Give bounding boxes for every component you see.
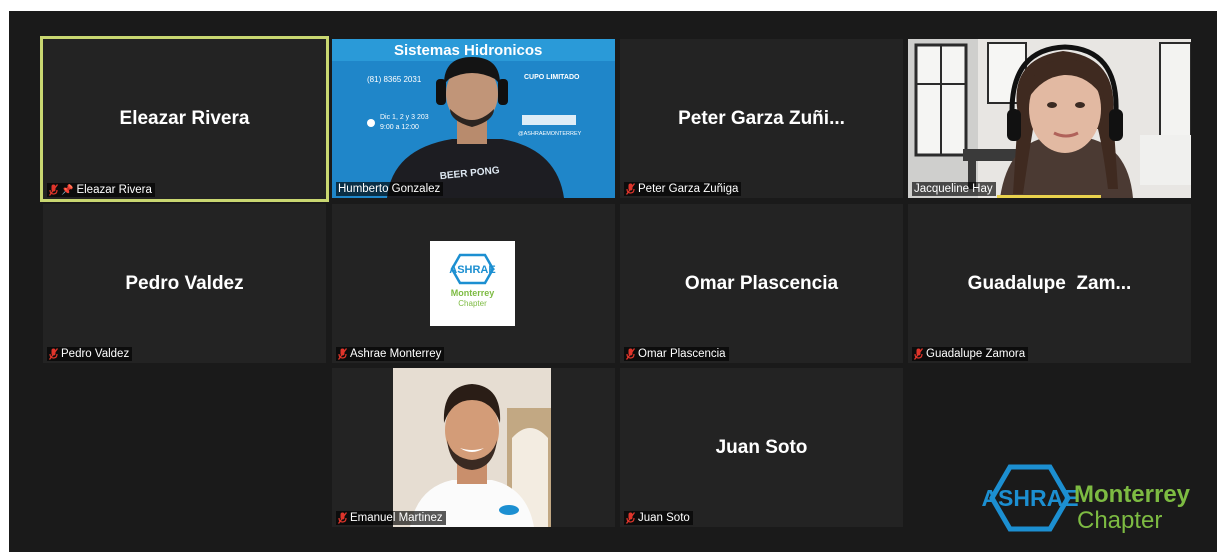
participant-label: Pedro Valdez: [47, 347, 133, 361]
poster-cupo: CUPO LIMITADO: [524, 74, 580, 81]
poster-handle: @ASHRAEMONTERREY: [518, 131, 582, 137]
participant-tile-ashrae-monterrey[interactable]: ASHRAE Monterrey Chapter Ashrae Monterre…: [332, 204, 615, 363]
poster-dates: Dic 1, 2 y 3 203: [380, 114, 429, 121]
muted-mic-icon: [49, 184, 58, 196]
participant-label-text: Guadalupe Zamora: [926, 348, 1026, 360]
participant-label-text: Jacqueline Hay: [914, 183, 993, 195]
participant-name: Peter Garza Zuñi...: [678, 107, 845, 129]
participant-label: 📌 Eleazar Rivera: [47, 183, 155, 197]
meeting-window: Eleazar Rivera 📌 Eleazar Rivera Sistemas…: [9, 11, 1217, 552]
participant-tile-peter-garza[interactable]: Peter Garza Zuñi... Peter Garza Zuñiga: [620, 39, 903, 198]
participant-label-text: Eleazar Rivera: [76, 184, 152, 196]
participant-label-text: Juan Soto: [638, 512, 690, 524]
muted-mic-icon: [626, 183, 635, 195]
ashrae-monterrey-watermark: ASHRAE Monterrey Chapter: [981, 464, 1191, 533]
participant-tile-jacqueline-hay[interactable]: Jacqueline Hay: [908, 39, 1191, 198]
muted-mic-icon: [49, 348, 58, 360]
participant-label: Peter Garza Zuñiga: [624, 182, 742, 196]
participant-label-text: Emanuel Martinez: [350, 512, 443, 524]
muted-mic-icon: [338, 512, 347, 524]
watermark-chapter: Chapter: [1077, 507, 1162, 533]
participant-label: Humberto Gonzalez: [336, 182, 444, 196]
participant-tile-emanuel-martinez[interactable]: Emanuel Martinez: [332, 368, 615, 527]
muted-mic-icon: [338, 348, 347, 360]
participant-label: Ashrae Monterrey: [336, 347, 445, 361]
participant-tile-eleazar-rivera[interactable]: Eleazar Rivera 📌 Eleazar Rivera: [40, 36, 329, 202]
muted-mic-icon: [626, 512, 635, 524]
pin-icon: 📌: [61, 184, 74, 196]
participant-name: Omar Plascencia: [684, 272, 839, 294]
participant-label-text: Ashrae Monterrey: [350, 348, 442, 360]
poster-phone: (81) 8365 2031: [367, 75, 422, 84]
muted-mic-icon: [914, 348, 923, 360]
logo-brand: ASHRAE: [449, 264, 495, 276]
participant-tile-pedro-valdez[interactable]: Pedro Valdez Pedro Valdez: [43, 204, 326, 363]
participant-name: Guadalupe Zam...: [967, 272, 1132, 294]
participant-tile-juan-soto[interactable]: Juan Soto Juan Soto: [620, 368, 903, 527]
active-speaker-indicator: [997, 195, 1101, 198]
poster-title: Sistemas Hidronicos: [394, 42, 542, 59]
watermark-brand: ASHRAE: [981, 485, 1078, 511]
participant-label: Omar Plascencia: [624, 347, 729, 361]
poster-hours: 9:00 a 12:00: [380, 124, 419, 131]
participant-name: Pedro Valdez: [125, 272, 244, 294]
participant-name: Juan Soto: [715, 436, 808, 458]
muted-mic-icon: [626, 348, 635, 360]
logo-city: Monterrey: [451, 288, 495, 298]
participant-label: Jacqueline Hay: [912, 182, 996, 196]
participant-name: Eleazar Rivera: [119, 108, 250, 129]
logo-chapter: Chapter: [458, 299, 487, 308]
participant-label: Guadalupe Zamora: [912, 347, 1029, 361]
participant-tile-humberto-gonzalez[interactable]: Sistemas Hidronicos (81) 8365 2031 CUPO …: [332, 39, 615, 198]
participant-label-text: Pedro Valdez: [61, 348, 130, 360]
video-feed: [908, 39, 1191, 198]
participant-tile-omar-plascencia[interactable]: Omar Plascencia Omar Plascencia: [620, 204, 903, 363]
participant-label-text: Omar Plascencia: [638, 348, 726, 360]
participant-label-text: Peter Garza Zuñiga: [638, 183, 739, 195]
participant-label: Juan Soto: [624, 511, 693, 525]
video-feed: Sistemas Hidronicos (81) 8365 2031 CUPO …: [332, 39, 615, 198]
ashrae-logo-card: ASHRAE Monterrey Chapter: [430, 241, 515, 326]
participant-tile-guadalupe-zamora[interactable]: Guadalupe Zam... Guadalupe Zamora: [908, 204, 1191, 363]
watermark-city: Monterrey: [1074, 481, 1191, 508]
video-feed: [332, 368, 615, 527]
participant-label: Emanuel Martinez: [336, 511, 446, 525]
ashrae-logo: ASHRAE Monterrey Chapter: [449, 253, 496, 308]
participant-label-text: Humberto Gonzalez: [338, 183, 441, 195]
